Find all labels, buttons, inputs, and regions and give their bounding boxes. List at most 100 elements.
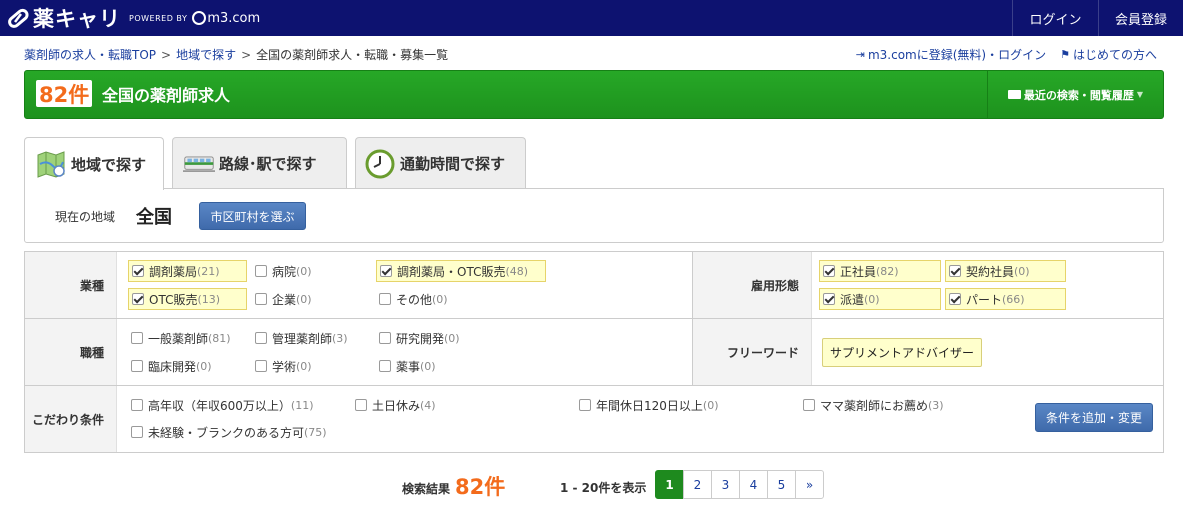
option-label: 調剤薬局・OTC販売 [397,264,506,279]
filter-row-industry: 業種 調剤薬局 (21) 病院 (0) 調剤薬局・OTC販売 (48) OTC販売 (1… [25,252,1163,319]
tab-area[interactable]: 地域で探す [24,137,164,190]
tab-commute-time[interactable]: 通勤時間で探す [355,137,526,189]
checkbox[interactable] [132,293,144,305]
register-link[interactable]: 会員登録 [1098,0,1183,36]
option-label: 一般薬剤師 [148,331,209,346]
employment-option-parttime[interactable]: パート (66) [945,288,1066,310]
breadcrumb: 薬剤師の求人・転職TOP > 地域で探す > 全国の薬剤師求人・転職・募集一覧 [24,46,448,63]
checkbox[interactable] [255,332,267,344]
checkbox[interactable] [131,360,143,372]
select-city-button[interactable]: 市区町村を選ぶ [199,202,306,230]
checkbox[interactable] [823,265,835,277]
breadcrumb-link-top[interactable]: 薬剤師の求人・転職TOP [24,48,156,62]
option-count: (0) [864,292,880,306]
checkbox[interactable] [379,293,391,305]
pref-option-120-holidays[interactable]: 年間休日120日以上 (0) [576,394,756,416]
checkbox[interactable] [803,399,815,411]
industry-option-other[interactable]: その他 (0) [376,288,516,310]
option-count: (0) [420,359,436,373]
m3-logo-text: m3.com [207,10,261,26]
job-option-clinical[interactable]: 臨床開発 (0) [128,355,248,377]
job-option-manager[interactable]: 管理薬剤師 (3) [252,327,372,349]
tab-time-label: 通勤時間で探す [400,155,506,173]
page-1[interactable]: 1 [655,470,684,499]
option-label: 正社員 [840,264,877,279]
filter-row-job-type: 職種 一般薬剤師 (81) 管理薬剤師 (3) 研究開発 (0) 臨床開発 (0) 学術… [25,319,1163,386]
option-count: (0) [432,292,448,306]
option-count: (4) [420,398,436,412]
option-label: 派遣 [840,292,865,307]
checkbox[interactable] [131,399,143,411]
option-label: 管理薬剤師 [272,331,333,346]
pref-option-weekends-off[interactable]: 土日休み (4) [352,394,502,416]
employment-label: 雇用形態 [692,252,812,318]
option-label: 高年収（年収600万以上） [148,398,291,413]
option-label: その他 [396,292,433,307]
checkbox[interactable] [949,293,961,305]
checkbox[interactable] [131,426,143,438]
job-option-academic[interactable]: 学術 (0) [252,355,372,377]
industry-option-dispensing[interactable]: 調剤薬局 (21) [128,260,247,282]
option-count: (0) [196,359,212,373]
history-dropdown[interactable]: 最近の検索・閲覧履歴 ▼ [987,71,1163,118]
job-option-research[interactable]: 研究開発 (0) [376,327,496,349]
employment-option-contract[interactable]: 契約社員 (0) [945,260,1066,282]
sign-in-icon: ⇥ [855,48,865,61]
page-5[interactable]: 5 [767,470,796,499]
industry-label: 業種 [25,252,117,318]
pref-option-mama[interactable]: ママ薬剤師にお薦め (3) [800,394,990,416]
industry-option-otc[interactable]: OTC販売 (13) [128,288,247,310]
next-page-button[interactable]: » [795,470,824,499]
industry-option-company[interactable]: 企業 (0) [252,288,362,310]
checkbox[interactable] [255,293,267,305]
option-count: (0) [296,292,312,306]
results-count: 82件 [455,475,506,499]
checkbox[interactable] [255,360,267,372]
checkbox[interactable] [579,399,591,411]
site-logo[interactable]: 薬キャリ POWERED BY m3.com [5,3,260,33]
pref-option-high-income[interactable]: 高年収（年収600万以上） (11) [128,394,348,416]
breadcrumb-link-area[interactable]: 地域で探す [176,48,236,62]
option-count: (0) [1014,264,1030,278]
checkbox[interactable] [355,399,367,411]
industry-option-dispensing-otc[interactable]: 調剤薬局・OTC販売 (48) [376,260,546,282]
employment-option-dispatch[interactable]: 派遣 (0) [819,288,941,310]
powered-by-text: POWERED BY [129,13,188,23]
current-area-label: 現在の地域 [55,210,116,224]
pagination: 1 2 3 4 5 » [655,470,824,499]
option-count: (0) [296,264,312,278]
breadcrumb-separator: > [241,48,252,62]
map-icon [37,151,65,178]
checkbox[interactable] [949,265,961,277]
industry-option-hospital[interactable]: 病院 (0) [252,260,362,282]
first-time-link[interactable]: ⚑ はじめての方へ [1060,46,1157,63]
job-option-general[interactable]: 一般薬剤師 (81) [128,327,248,349]
option-count: (11) [290,398,314,412]
first-time-text: はじめての方へ [1072,48,1157,62]
checkbox[interactable] [255,265,267,277]
job-option-regulatory[interactable]: 薬事 (0) [376,355,496,377]
checkbox[interactable] [823,293,835,305]
checkbox[interactable] [379,332,391,344]
m3-login-link[interactable]: ⇥ m3.comに登録(無料)・ログイン [856,46,1046,63]
option-label: 学術 [272,359,297,374]
page-3[interactable]: 3 [711,470,740,499]
employment-option-fulltime[interactable]: 正社員 (82) [819,260,941,282]
freeword-value[interactable]: サプリメントアドバイザー [822,338,982,367]
login-link[interactable]: ログイン [1012,0,1098,36]
option-count: (3) [928,398,944,412]
add-conditions-button[interactable]: 条件を追加・変更 [1035,403,1153,432]
m3-circle-icon [192,11,207,25]
option-label: 未経験・ブランクのある方可 [148,425,305,440]
pref-option-inexperienced-ok[interactable]: 未経験・ブランクのある方可 (75) [128,421,368,443]
results-label: 検索結果 [402,482,451,496]
tab-line-station[interactable]: 路線･駅で探す [172,137,347,189]
page-4[interactable]: 4 [739,470,768,499]
checkbox[interactable] [131,332,143,344]
page-2[interactable]: 2 [683,470,712,499]
option-count: (66) [1002,292,1025,306]
checkbox[interactable] [380,265,392,277]
checkbox[interactable] [379,360,391,372]
checkbox[interactable] [132,265,144,277]
train-icon [183,155,215,172]
